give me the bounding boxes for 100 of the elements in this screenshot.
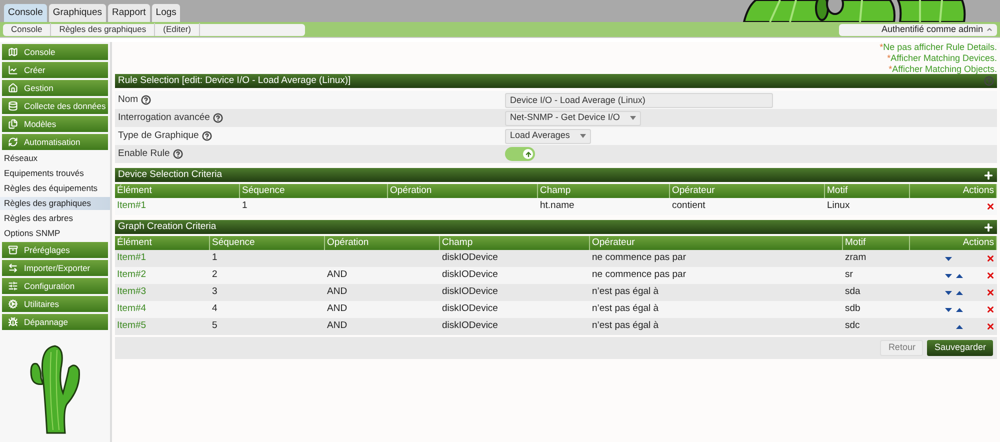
delete-icon[interactable] [986, 202, 995, 211]
item-link[interactable]: Item#1 [117, 252, 146, 264]
section-title: Graph Creation Criteria [118, 220, 216, 234]
table-cell: contient [672, 200, 706, 212]
column-header: Opération [325, 236, 440, 250]
table-cell: 3 [212, 286, 218, 298]
table-cell: diskIODevice [442, 252, 498, 264]
menu-item[interactable]: Equipements trouvés [0, 167, 110, 180]
move-up-icon[interactable] [956, 274, 963, 278]
move-down-icon[interactable] [945, 256, 952, 260]
item-link[interactable]: Item#1 [117, 200, 146, 212]
move-up-icon[interactable] [956, 290, 963, 294]
archive-icon [8, 245, 18, 255]
column-header: Motif [825, 184, 910, 198]
save-button[interactable]: Sauvegarder [927, 340, 993, 356]
field-label: Nom [118, 92, 138, 107]
menu-item[interactable]: Règles des équipements [0, 182, 110, 195]
move-down-icon[interactable] [945, 274, 952, 278]
toggle-display-link[interactable]: *Ne pas afficher Rule Details. [880, 42, 997, 53]
toggle-display-link[interactable]: *Afficher Matching Devices. [887, 53, 997, 64]
menu-header[interactable]: Collecte des données [2, 98, 108, 114]
help-icon [212, 113, 223, 123]
move-up-icon[interactable] [956, 308, 963, 312]
field-label: Type de Graphique [118, 128, 199, 143]
nav-tab[interactable]: Rapport [108, 4, 150, 22]
menu-header[interactable]: Importer/Exporter [2, 260, 108, 276]
delete-icon[interactable] [986, 288, 995, 297]
delete-icon[interactable] [986, 271, 995, 280]
column-header: Champ [440, 236, 590, 250]
delete-icon[interactable] [986, 305, 995, 314]
menu-header[interactable]: Utilitaires [2, 296, 108, 312]
column-header: Opérateur [590, 236, 843, 250]
column-header: Champ [538, 184, 670, 198]
menu-header[interactable]: Créer [2, 62, 108, 78]
toggle-switch[interactable] [505, 147, 535, 161]
table-cell: ht.name [540, 200, 574, 212]
column-header: Opérateur [670, 184, 825, 198]
arrows-icon [8, 263, 18, 273]
table-cell: diskIODevice [442, 303, 498, 314]
nav-tab[interactable]: Graphiques [48, 4, 106, 22]
help-icon [202, 131, 212, 141]
menu-header[interactable]: Console [2, 44, 108, 60]
nav-tab[interactable]: Console [4, 4, 47, 22]
item-link[interactable]: Item#5 [117, 320, 146, 332]
bug-icon [8, 317, 18, 327]
move-down-icon[interactable] [945, 308, 952, 312]
item-link[interactable]: Item#4 [117, 303, 146, 314]
table-cell: AND [327, 303, 348, 314]
name-field[interactable]: Device I/O - Load Average (Linux) [505, 92, 773, 108]
toggle-display-link[interactable]: *Afficher Matching Objects. [888, 64, 997, 75]
add-icon[interactable] [983, 170, 994, 180]
item-link[interactable]: Item#3 [117, 286, 146, 298]
table-cell: 1 [242, 200, 248, 212]
field-label: Enable Rule [118, 146, 170, 161]
section-title: Rule Selection [edit: Device I/O - Load Average (Linux)] [118, 74, 351, 88]
menu-item[interactable]: Règles des arbres [0, 212, 110, 225]
item-link[interactable]: Item#2 [117, 269, 146, 280]
select-dropdown[interactable]: Net-SNMP - Get Device I/O [505, 110, 641, 126]
table-cell: Linux [827, 200, 850, 212]
menu-item[interactable]: Réseaux [0, 152, 110, 165]
menu-header[interactable]: Gestion [2, 80, 108, 96]
caret-icon [630, 116, 636, 120]
table-cell: ne commence pas par [592, 269, 686, 280]
home-icon [8, 83, 18, 93]
table-cell: n’est pas égal à [592, 286, 659, 298]
table-cell: n’est pas égal à [592, 303, 659, 314]
nav-tab[interactable]: Logs [152, 4, 180, 22]
table-cell: AND [327, 269, 348, 280]
column-header: Élément [115, 236, 210, 250]
caret-icon [986, 26, 993, 33]
menu-header[interactable]: Préréglages [2, 242, 108, 258]
delete-icon[interactable] [986, 254, 995, 263]
add-icon[interactable] [983, 222, 994, 232]
table-cell: diskIODevice [442, 286, 498, 298]
breadcrumb-link[interactable]: Console [3, 23, 52, 36]
breadcrumb-link[interactable]: Règles des graphiques [51, 23, 156, 36]
table-cell: sr [845, 269, 853, 280]
move-up-icon[interactable] [956, 324, 963, 328]
breadcrumb-link[interactable]: (Editer) [155, 23, 200, 36]
select-dropdown[interactable]: Load Averages [505, 128, 591, 144]
menu-item[interactable]: Règles des graphiques [0, 197, 110, 210]
column-header: Séquence [240, 184, 388, 198]
table-cell: AND [327, 320, 348, 332]
user-menu-button[interactable]: Authentifié comme admin [839, 24, 997, 36]
menu-header[interactable]: Automatisation [2, 134, 108, 150]
back-button[interactable]: Retour [880, 340, 924, 356]
delete-icon[interactable] [986, 322, 995, 331]
menu-header[interactable]: Dépannage [2, 314, 108, 330]
help-icon [172, 149, 183, 159]
menu-item[interactable]: Options SNMP [0, 227, 110, 240]
table-cell: 4 [212, 303, 218, 314]
table-cell: 1 [212, 252, 218, 264]
move-down-icon[interactable] [945, 290, 952, 294]
refresh-icon [8, 137, 18, 147]
table-cell: sdc [845, 320, 860, 332]
menu-header[interactable]: Modèles [2, 116, 108, 132]
sliders-icon [8, 281, 18, 291]
table-cell: zram [845, 252, 866, 264]
menu-header[interactable]: Configuration [2, 278, 108, 294]
column-header: Séquence [210, 236, 325, 250]
